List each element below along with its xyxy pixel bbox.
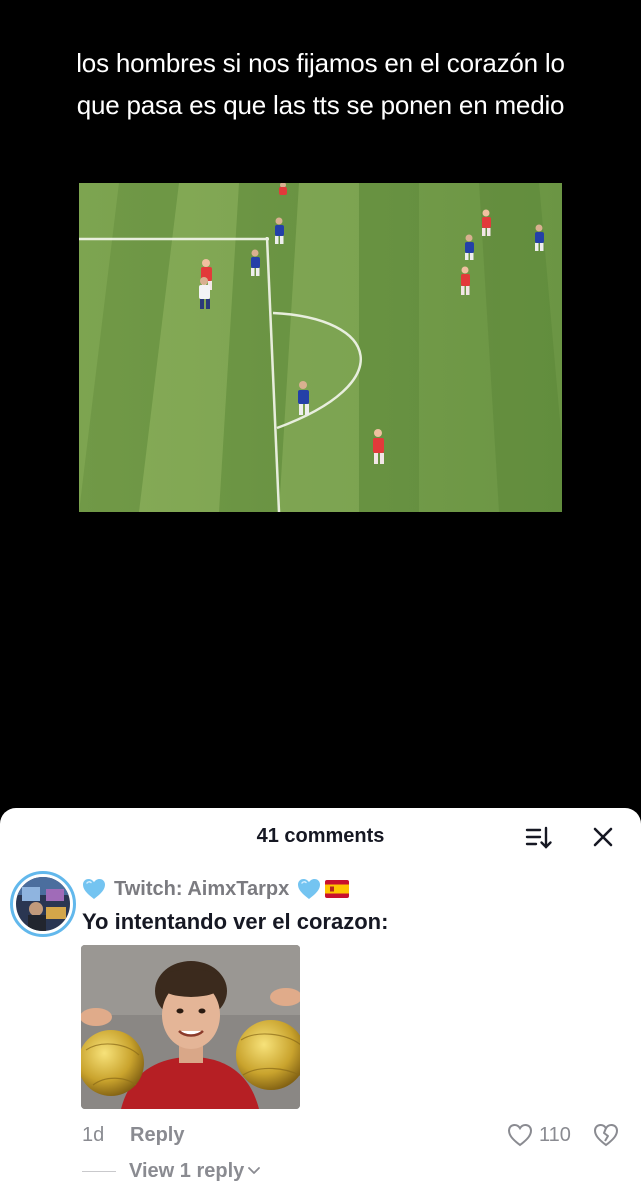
- comment-username: Twitch: AimxTarpx: [114, 877, 290, 900]
- divider: [82, 1170, 116, 1172]
- video-frame: [79, 183, 562, 512]
- light-blue-heart-emoji: [298, 879, 321, 899]
- video-player[interactable]: [79, 183, 562, 512]
- light-blue-heart-emoji: [83, 879, 105, 899]
- tiktok-screen: los hombres si nos fijamos en el corazón…: [0, 0, 641, 1200]
- avatar-image: [16, 877, 70, 931]
- like-button[interactable]: 110: [507, 1122, 571, 1148]
- close-icon[interactable]: [590, 824, 616, 850]
- reply-button[interactable]: Reply: [130, 1124, 184, 1147]
- chevron-down-icon: [248, 1167, 261, 1174]
- sort-icon[interactable]: [524, 825, 554, 851]
- like-count: 110: [539, 1123, 571, 1146]
- photo-icon: [81, 945, 300, 1109]
- comment-time: 1d: [82, 1124, 105, 1146]
- broken-heart-icon[interactable]: [593, 1122, 619, 1148]
- avatar[interactable]: [10, 871, 76, 937]
- comment-username-row[interactable]: Twitch: AimxTarpx: [82, 876, 350, 902]
- view-replies-label: View 1 reply: [129, 1159, 245, 1182]
- comments-header: 41 comments: [0, 808, 641, 866]
- view-replies-button[interactable]: View 1 reply: [82, 1158, 261, 1184]
- video-caption: los hombres si nos fijamos en el corazón…: [76, 48, 565, 120]
- heart-outline-icon: [507, 1123, 533, 1147]
- spain-flag-emoji: [325, 880, 350, 898]
- comment-image[interactable]: [81, 945, 300, 1109]
- comment-text: Yo intentando ver el corazon:: [82, 909, 389, 934]
